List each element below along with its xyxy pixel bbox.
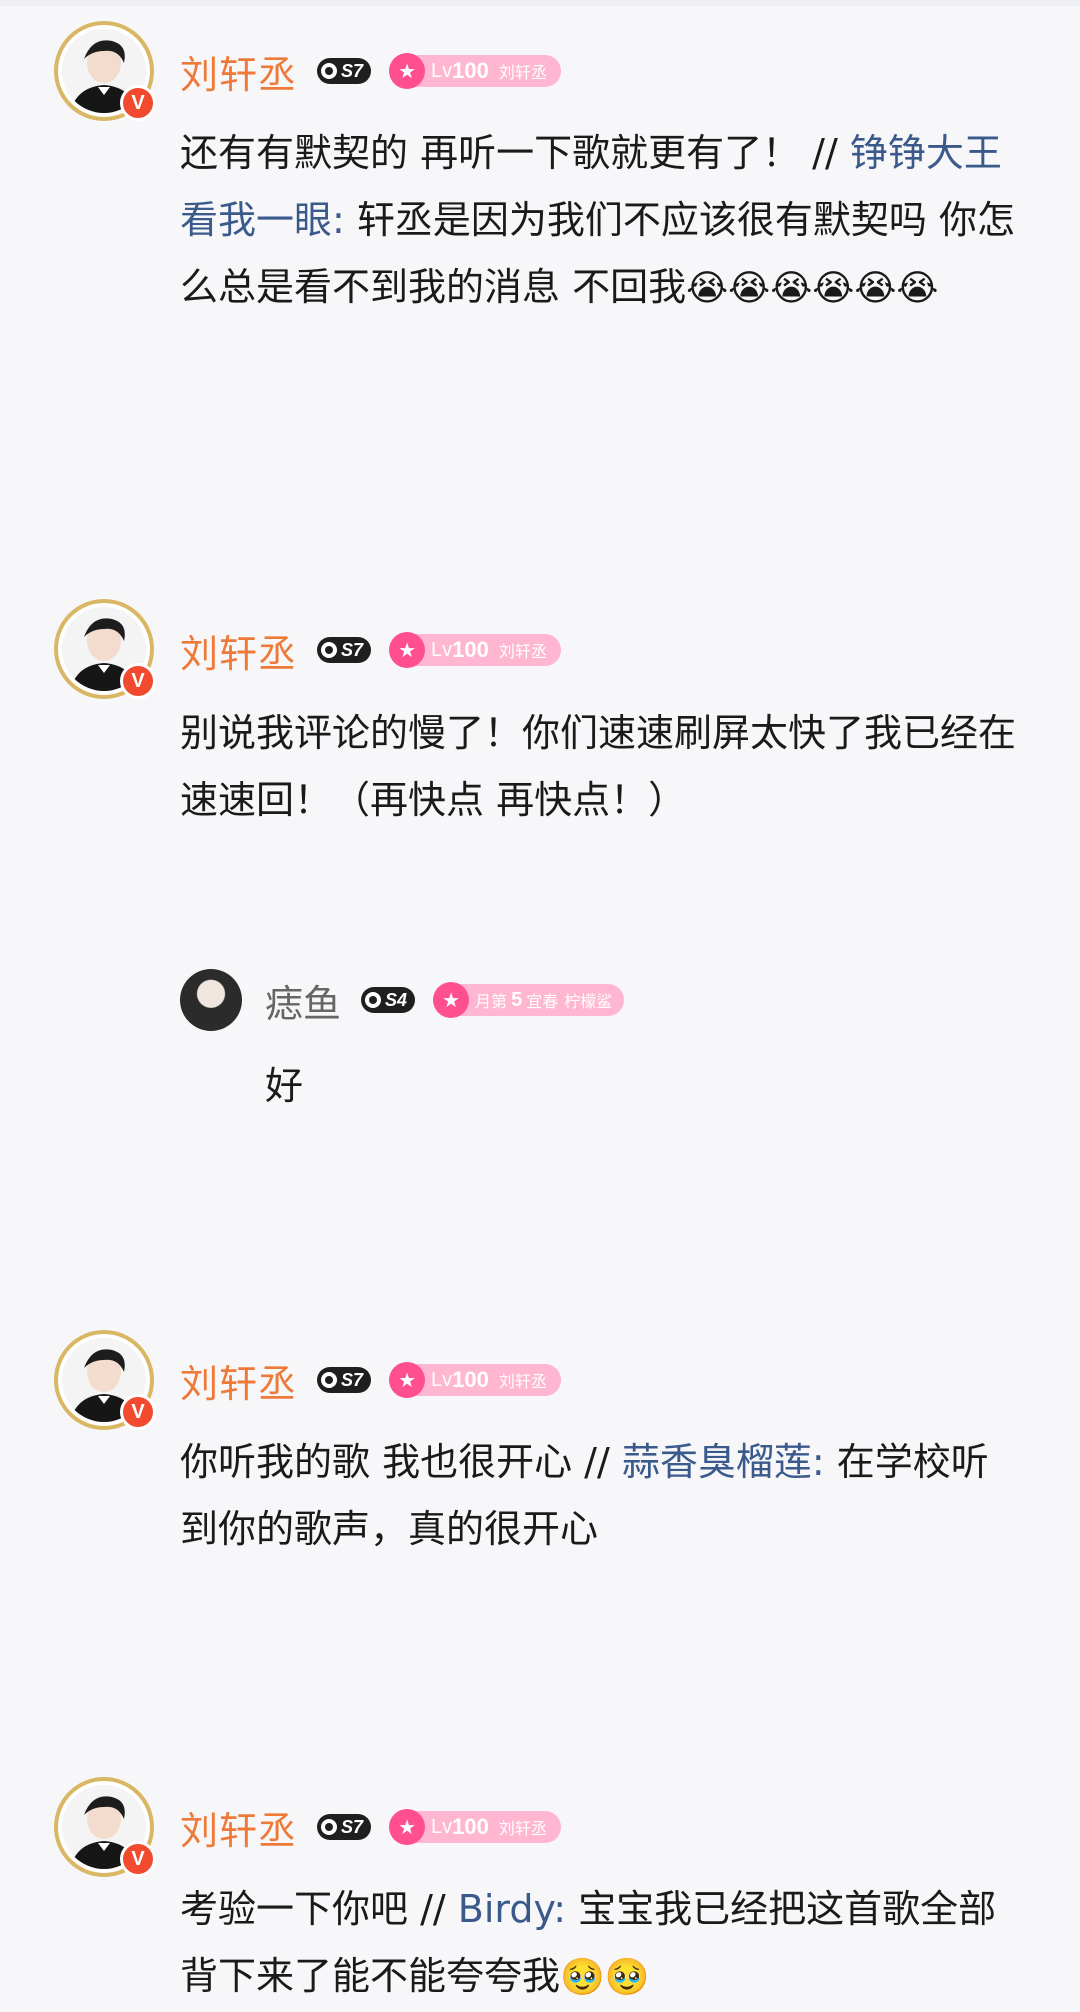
reply-username[interactable]: 痣鱼 (265, 973, 341, 1028)
star-icon: ★ (389, 1362, 426, 1398)
star-icon: ★ (389, 1809, 426, 1845)
verified-icon: V (120, 663, 156, 699)
s-level-badge: S7 (317, 58, 372, 84)
star-icon: ★ (389, 632, 426, 668)
username[interactable]: 刘轩丞 (180, 623, 297, 678)
star-icon: ★ (389, 53, 426, 89)
reply-avatar[interactable] (180, 969, 242, 1031)
comment-text: 你听我的歌 我也很开心 // 蒜香臭榴莲: 在学校听到你的歌声，真的很开心 (180, 1440, 989, 1551)
verified-icon: V (120, 85, 156, 121)
comment-text: 考验一下你吧 // Birdy: 宝宝我已经把这首歌全部背下来了能不能夸夸我🥹🥹 (180, 1887, 997, 1998)
eye-icon (321, 642, 338, 658)
avatar[interactable]: V (54, 599, 156, 699)
name-row: 刘轩丞 S7 ★ Lv 100 刘轩丞 (180, 44, 561, 99)
s-level-badge: S7 (317, 637, 372, 663)
eye-icon (365, 992, 382, 1008)
comment-text: 别说我评论的慢了！你们速速刷屏太快了我已经在速速回！（再快点 再快点！） (180, 711, 1017, 822)
reply-text: 好 (265, 1064, 304, 1108)
name-row: 刘轩丞 S7 ★ Lv 100 刘轩丞 (180, 1353, 561, 1408)
s-level-badge: S7 (317, 1814, 372, 1840)
name-row: 刘轩丞 S7 ★ Lv 100 刘轩丞 (180, 623, 561, 678)
eye-icon (321, 63, 338, 79)
verified-icon: V (120, 1394, 156, 1430)
username[interactable]: 刘轩丞 (180, 44, 297, 99)
username[interactable]: 刘轩丞 (180, 1353, 297, 1408)
star-icon: ★ (433, 982, 470, 1018)
s-level-badge: S4 (361, 987, 416, 1013)
reply-name-row: 痣鱼 S4 ★ 月第 5 宜春 柠檬鲨 (265, 973, 625, 1028)
username[interactable]: 刘轩丞 (180, 1800, 297, 1855)
top-bar (0, 0, 1080, 6)
avatar[interactable]: V (54, 21, 156, 121)
s-level-badge: S7 (317, 1367, 372, 1393)
comment-text: 还有有默契的 再听一下歌就更有了！ // 铮铮大王看我一眼: 轩丞是因为我们不应… (180, 131, 1015, 309)
fan-level-badge[interactable]: ★ Lv 100 刘轩丞 (389, 1362, 561, 1398)
pleading-emoji: 🥹🥹 (560, 1957, 650, 1998)
eye-icon (321, 1372, 338, 1388)
avatar[interactable]: V (54, 1330, 156, 1430)
mention-link[interactable]: Birdy: (458, 1887, 566, 1931)
name-row: 刘轩丞 S7 ★ Lv 100 刘轩丞 (180, 1800, 561, 1855)
fan-level-badge[interactable]: ★ Lv 100 刘轩丞 (389, 1809, 561, 1845)
verified-icon: V (120, 1841, 156, 1877)
fan-level-badge[interactable]: ★ Lv 100 刘轩丞 (389, 632, 561, 668)
crying-emoji: 😭😭😭😭😭😭 (686, 268, 939, 309)
fan-level-badge[interactable]: ★ Lv 100 刘轩丞 (389, 53, 561, 89)
avatar[interactable]: V (54, 1777, 156, 1877)
eye-icon (321, 1819, 338, 1835)
fan-month-badge[interactable]: ★ 月第 5 宜春 柠檬鲨 (433, 982, 625, 1018)
mention-link[interactable]: 蒜香臭榴莲: (622, 1440, 825, 1484)
